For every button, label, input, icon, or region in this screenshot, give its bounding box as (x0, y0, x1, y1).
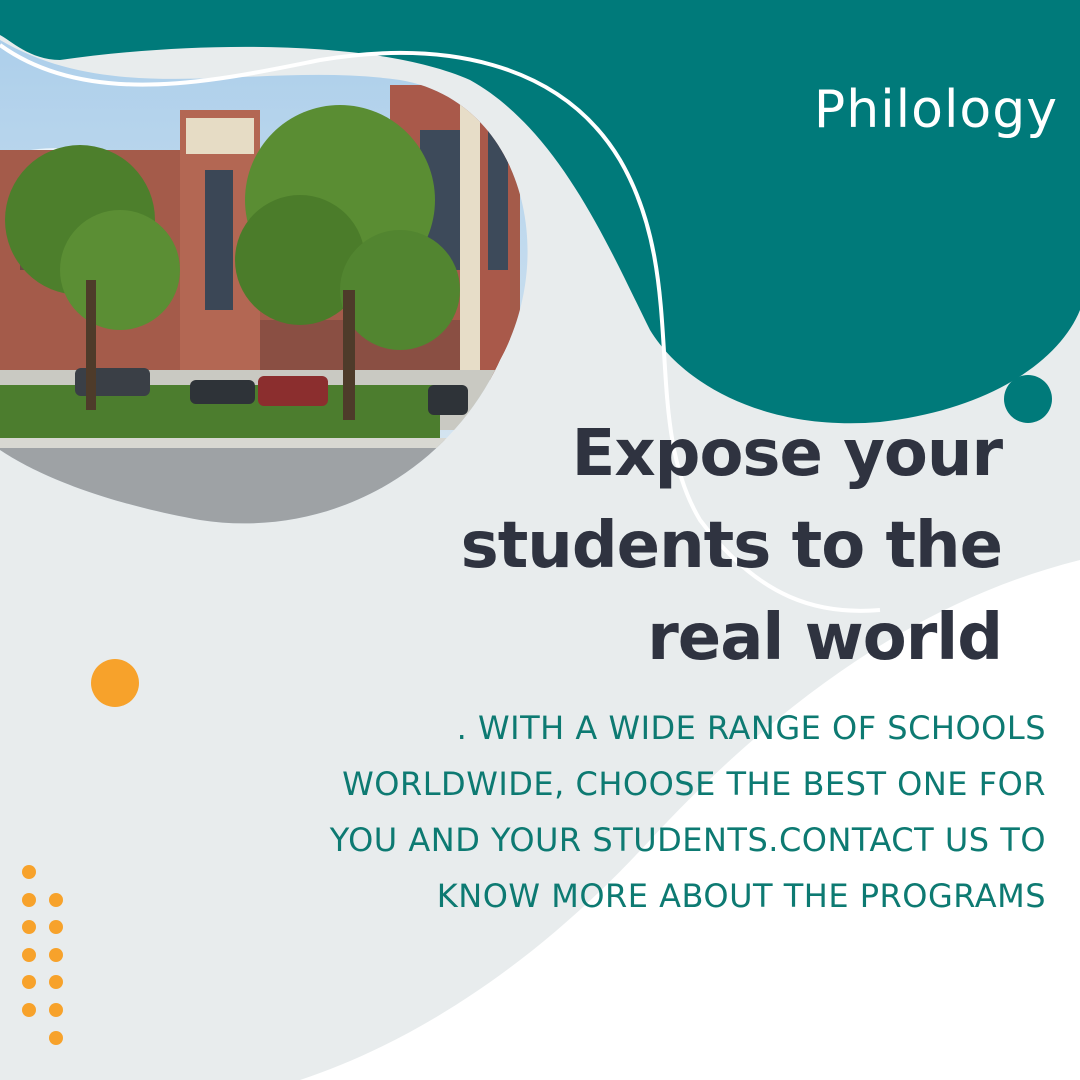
description-line: KNOW MORE ABOUT THE PROGRAMS (436, 877, 1046, 915)
orange-dot (91, 659, 139, 707)
brand-name: Philology (813, 80, 1058, 140)
headline-line: Expose your (571, 417, 1003, 491)
description-line: YOU AND YOUR STUDENTS.CONTACT US TO (329, 821, 1046, 859)
teal-dot (1004, 375, 1052, 423)
description: . WITH A WIDE RANGE OF SCHOOLS WORLDWIDE… (186, 700, 1046, 924)
orange-dot-grid (22, 865, 63, 1045)
headline-line: real world (647, 601, 1003, 675)
poster: Philology Expose your students to the re… (0, 0, 1080, 1080)
description-line: . WITH A WIDE RANGE OF SCHOOLS (456, 709, 1046, 747)
headline-line: students to the (460, 509, 1003, 583)
description-line: WORLDWIDE, CHOOSE THE BEST ONE FOR (342, 765, 1046, 803)
headline: Expose your students to the real world (282, 408, 1003, 684)
